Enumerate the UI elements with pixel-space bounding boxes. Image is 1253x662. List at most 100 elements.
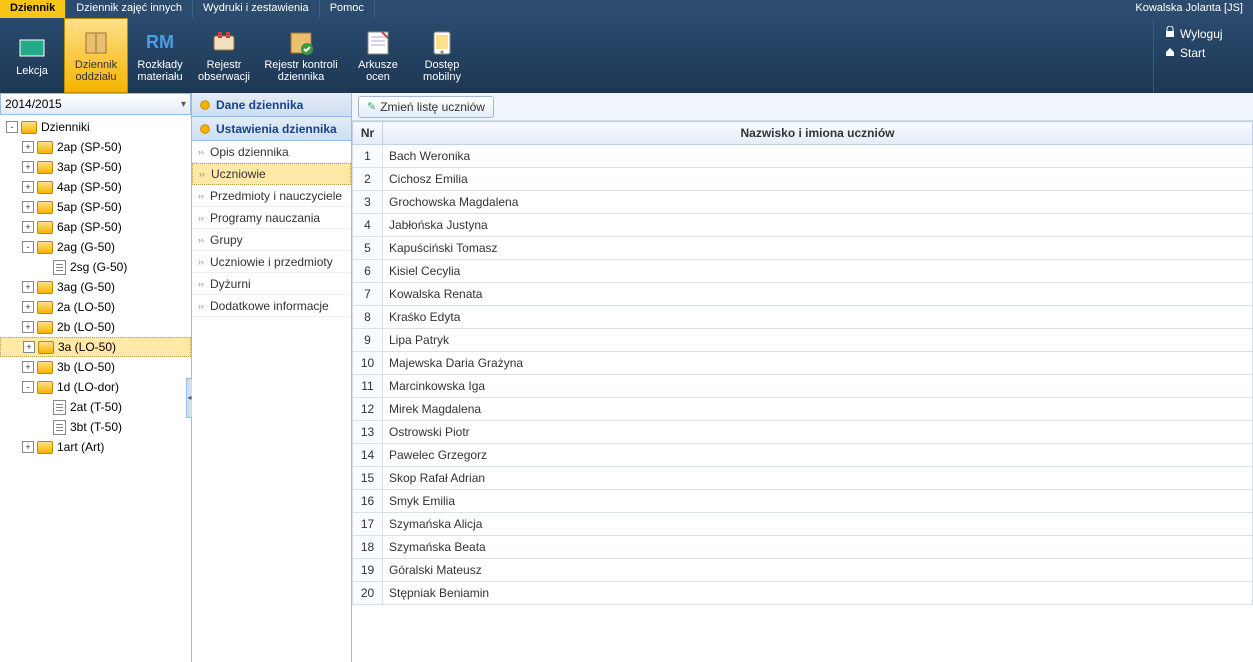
cell-nr: 2 [353, 168, 383, 191]
settings-grupy[interactable]: ››Grupy [192, 229, 351, 251]
year-select[interactable]: 2014/2015 ▾ [0, 93, 191, 115]
tree-node-2sg-g-50-[interactable]: 2sg (G-50) [0, 257, 191, 277]
tree-node-3ap-sp-50-[interactable]: +3ap (SP-50) [0, 157, 191, 177]
cell-nr: 4 [353, 214, 383, 237]
settings-dyżurni[interactable]: ››Dyżurni [192, 273, 351, 295]
ribbon-rejestr-kontroli-dziennika[interactable]: Rejestr kontroli dziennika [256, 18, 346, 93]
cell-name: Góralski Mateusz [383, 559, 1253, 582]
table-row[interactable]: 13Ostrowski Piotr [353, 421, 1253, 444]
settings-dodatkowe-informacje[interactable]: ››Dodatkowe informacje [192, 295, 351, 317]
book-icon [80, 29, 112, 57]
table-row[interactable]: 7Kowalska Renata [353, 283, 1253, 306]
panel-header-ustawienia[interactable]: Ustawienia dziennika [192, 117, 351, 141]
tree-node-5ap-sp-50-[interactable]: +5ap (SP-50) [0, 197, 191, 217]
ribbon-rejestr-obserwacji[interactable]: Rejestr obserwacji [192, 18, 256, 93]
folder-icon [37, 201, 53, 214]
settings-programy-nauczania[interactable]: ››Programy nauczania [192, 207, 351, 229]
tree-node-3ag-g-50-[interactable]: +3ag (G-50) [0, 277, 191, 297]
col-header-nr[interactable]: Nr [353, 122, 383, 145]
table-row[interactable]: 18Szymańska Beata [353, 536, 1253, 559]
tree-node-2b-lo-50-[interactable]: +2b (LO-50) [0, 317, 191, 337]
link-start[interactable]: Start [1164, 43, 1243, 62]
expand-icon[interactable]: - [22, 241, 34, 253]
table-row[interactable]: 10Majewska Daria Grażyna [353, 352, 1253, 375]
table-row[interactable]: 8Kraśko Edyta [353, 306, 1253, 329]
table-row[interactable]: 6Kisiel Cecylia [353, 260, 1253, 283]
ribbon-dostęp-mobilny[interactable]: Dostęp mobilny [410, 18, 474, 93]
settings-uczniowie[interactable]: ››Uczniowie [192, 163, 351, 185]
tree-node-1art-art-[interactable]: +1art (Art) [0, 437, 191, 457]
expand-icon[interactable]: + [23, 341, 35, 353]
table-row[interactable]: 9Lipa Patryk [353, 329, 1253, 352]
expand-icon[interactable]: + [22, 161, 34, 173]
tree-node-2ag-g-50-[interactable]: -2ag (G-50) [0, 237, 191, 257]
expand-icon[interactable]: - [22, 381, 34, 393]
settings-uczniowie-i-przedmioty[interactable]: ››Uczniowie i przedmioty [192, 251, 351, 273]
sheet-icon [362, 29, 394, 57]
table-row[interactable]: 17Szymańska Alicja [353, 513, 1253, 536]
ribbon-lekcja[interactable]: Lekcja [0, 18, 64, 93]
collapse-handle[interactable]: ◂ [186, 378, 192, 418]
lock-icon [1164, 26, 1176, 41]
expand-icon[interactable]: - [6, 121, 18, 133]
table-row[interactable]: 3Grochowska Magdalena [353, 191, 1253, 214]
tree-node-2at-t-50-[interactable]: 2at (T-50) [0, 397, 191, 417]
cell-nr: 10 [353, 352, 383, 375]
settings-przedmioty-i-nauczyciele[interactable]: ››Przedmioty i nauczyciele [192, 185, 351, 207]
year-select-value: 2014/2015 [5, 97, 62, 111]
expand-icon[interactable]: + [22, 301, 34, 313]
expand-icon[interactable]: + [22, 221, 34, 233]
link-wyloguj[interactable]: Wyloguj [1164, 24, 1243, 43]
tree-label: 2a (LO-50) [57, 300, 115, 314]
table-row[interactable]: 16Smyk Emilia [353, 490, 1253, 513]
edit-students-button[interactable]: ✎ Zmień listę uczniów [358, 96, 494, 118]
folder-icon [37, 381, 53, 394]
expand-icon[interactable]: + [22, 201, 34, 213]
table-row[interactable]: 14Pawelec Grzegorz [353, 444, 1253, 467]
menu-dziennik[interactable]: Dziennik [0, 0, 66, 18]
table-row[interactable]: 12Mirek Magdalena [353, 398, 1253, 421]
expand-icon[interactable]: + [22, 441, 34, 453]
tree-label: 5ap (SP-50) [57, 200, 122, 214]
expand-icon[interactable]: + [22, 321, 34, 333]
cell-nr: 11 [353, 375, 383, 398]
col-header-name[interactable]: Nazwisko i imiona uczniów [383, 122, 1253, 145]
cell-nr: 17 [353, 513, 383, 536]
tree-node-6ap-sp-50-[interactable]: +6ap (SP-50) [0, 217, 191, 237]
tree-node-3b-lo-50-[interactable]: +3b (LO-50) [0, 357, 191, 377]
table-row[interactable]: 19Góralski Mateusz [353, 559, 1253, 582]
cell-nr: 8 [353, 306, 383, 329]
tree-node-2ap-sp-50-[interactable]: +2ap (SP-50) [0, 137, 191, 157]
expand-icon[interactable]: + [22, 361, 34, 373]
cell-name: Kapuściński Tomasz [383, 237, 1253, 260]
tree-node-2a-lo-50-[interactable]: +2a (LO-50) [0, 297, 191, 317]
expand-icon[interactable]: + [22, 281, 34, 293]
folder-icon [37, 161, 53, 174]
folder-icon [37, 441, 53, 454]
settings-opis-dziennika[interactable]: ››Opis dziennika [192, 141, 351, 163]
tree-node-4ap-sp-50-[interactable]: +4ap (SP-50) [0, 177, 191, 197]
table-row[interactable]: 2Cichosz Emilia [353, 168, 1253, 191]
cell-nr: 9 [353, 329, 383, 352]
tree-node-1d-lo-dor-[interactable]: -1d (LO-dor) [0, 377, 191, 397]
table-row[interactable]: 20Stępniak Beniamin [353, 582, 1253, 605]
table-row[interactable]: 11Marcinkowska Iga [353, 375, 1253, 398]
tree-label: 3b (LO-50) [57, 360, 115, 374]
tree-node-3bt-t-50-[interactable]: 3bt (T-50) [0, 417, 191, 437]
file-icon [53, 400, 66, 415]
menu-pomoc[interactable]: Pomoc [320, 0, 375, 18]
expand-icon[interactable]: + [22, 181, 34, 193]
table-row[interactable]: 15Skop Rafał Adrian [353, 467, 1253, 490]
menu-wydruki-i-zestawienia[interactable]: Wydruki i zestawienia [193, 0, 320, 18]
table-row[interactable]: 5Kapuściński Tomasz [353, 237, 1253, 260]
tree-node-dzienniki[interactable]: -Dzienniki [0, 117, 191, 137]
table-row[interactable]: 1Bach Weronika [353, 145, 1253, 168]
tree-node-3a-lo-50-[interactable]: +3a (LO-50) [0, 337, 191, 357]
ribbon-dziennik-oddziału[interactable]: Dziennik oddziału [64, 18, 128, 93]
ribbon-arkusze-ocen[interactable]: Arkusze ocen [346, 18, 410, 93]
expand-icon[interactable]: + [22, 141, 34, 153]
panel-header-dane[interactable]: Dane dziennika [192, 93, 351, 117]
menu-dziennik-zajęć-innych[interactable]: Dziennik zajęć innych [66, 0, 193, 18]
ribbon-rozkłady-materiału[interactable]: RMRozkłady materiału [128, 18, 192, 93]
table-row[interactable]: 4Jabłońska Justyna [353, 214, 1253, 237]
